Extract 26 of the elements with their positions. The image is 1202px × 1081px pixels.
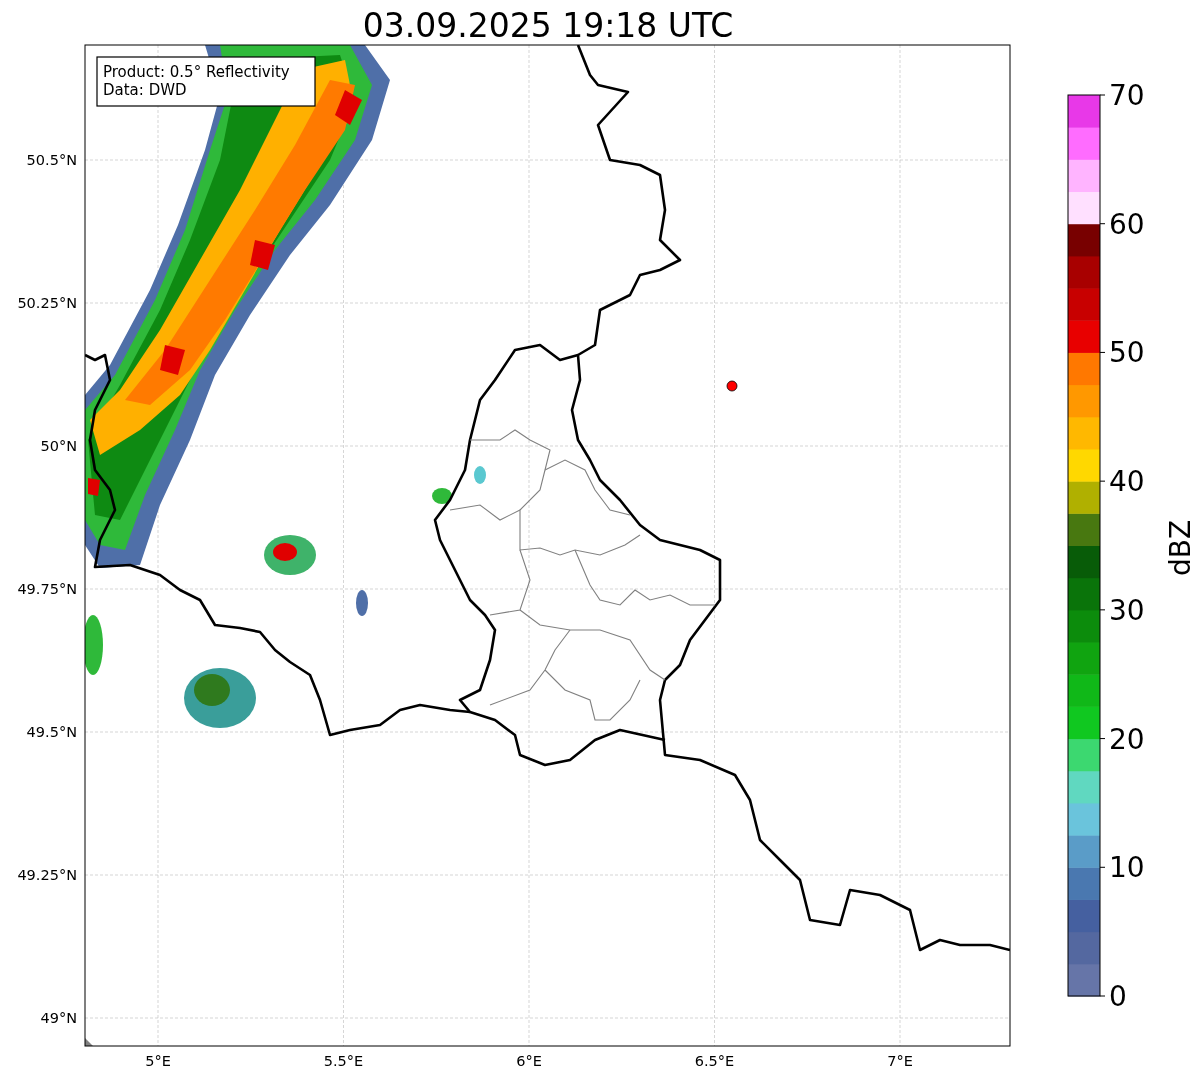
scale-label: 40 bbox=[1109, 465, 1145, 499]
scale-label: 50 bbox=[1109, 336, 1145, 370]
scale-label: 60 bbox=[1109, 207, 1145, 241]
longitude-label: 7°E bbox=[887, 1053, 913, 1069]
corner-mark bbox=[85, 1038, 93, 1046]
longitude-label: 5°E bbox=[145, 1053, 171, 1069]
latitude-label: 49.75°N bbox=[17, 581, 77, 597]
scale-title: dBZ bbox=[1164, 519, 1197, 577]
chart-title: 03.09.2025 19:18 UTC bbox=[362, 6, 734, 45]
latitude-label: 49°N bbox=[40, 1010, 77, 1026]
scale-label: 30 bbox=[1109, 593, 1145, 627]
latitude-label: 50.5°N bbox=[26, 152, 77, 168]
scale-label: 70 bbox=[1109, 79, 1145, 112]
longitude-label: 6.5°E bbox=[694, 1053, 735, 1069]
longitude-label: 5.5°E bbox=[323, 1053, 364, 1069]
latitude-label: 49.25°N bbox=[17, 867, 77, 883]
location-marker bbox=[726, 380, 738, 392]
scale-label: 0 bbox=[1109, 980, 1127, 1013]
longitude-label: 6°E bbox=[516, 1053, 542, 1069]
scale-label: 10 bbox=[1109, 851, 1145, 885]
info-text: Data: DWD bbox=[103, 81, 187, 99]
latitude-label: 50°N bbox=[40, 438, 77, 454]
info-text: Product: 0.5° Reflectivity bbox=[103, 63, 290, 81]
latitude-label: 50.25°N bbox=[17, 295, 77, 311]
latitude-label: 49.5°N bbox=[26, 724, 77, 740]
scale-label: 20 bbox=[1109, 722, 1145, 756]
